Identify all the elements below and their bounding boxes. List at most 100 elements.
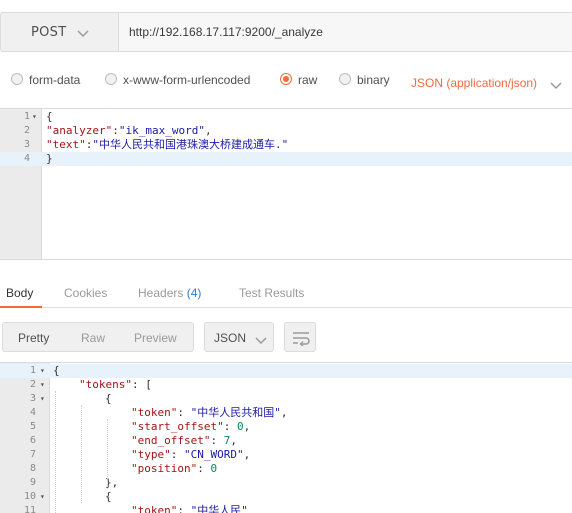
line-number: 9 [29,477,36,488]
chevron-down-icon [77,27,89,42]
code-token: { [53,364,60,377]
body-type-selector: form-data x-www-form-urlencoded raw bina… [0,70,572,94]
code-line: 1 ▾ { [0,110,572,124]
code-token: "token" [131,504,178,513]
code-token: "中华人民共和国" [190,406,281,419]
code-text: { [53,364,60,378]
line-number: 5 [29,421,36,432]
code-line: 3 ▾ { [0,392,572,406]
code-token: "中华人民共和国港珠澳大桥建成通车." [92,138,289,151]
radio-dot [339,73,351,85]
tab-body[interactable]: Body [6,286,33,300]
code-token: 0 [210,462,218,475]
code-token: "analyzer" [46,124,113,137]
fold-arrow-icon[interactable]: ▾ [40,392,45,406]
code-text: "position": 0 [53,462,217,476]
code-line: 7 "type": "CN_WORD", [0,448,572,462]
request-url-bar: POST http://192.168.17.117:9200/_analyze [0,12,572,52]
radio-label: form-data [29,73,81,87]
code-token: , [230,434,237,447]
radio-label: raw [298,73,318,87]
code-token: 0 [236,420,244,433]
fold-arrow-icon[interactable]: ▾ [40,378,45,392]
fold-arrow-icon[interactable]: ▾ [32,110,37,124]
line-number: 3 [29,393,36,404]
code-token: : [177,504,191,513]
code-token: "position" [131,462,198,475]
code-text: "analyzer":"ik_max_word", [46,124,212,138]
content-type-dropdown[interactable]: JSON (application/json) [411,76,537,90]
method-dropdown[interactable]: POST [0,12,118,52]
code-token: , [243,448,251,461]
code-token: : [170,448,184,461]
code-token: "end_offset" [131,434,211,447]
radio-dot [11,73,23,85]
code-line: 10 ▾ { [0,490,572,504]
code-token: : [197,462,211,475]
url-input[interactable]: http://192.168.17.117:9200/_analyze [118,12,572,52]
chevron-down-icon [255,334,267,349]
line-number: 1 [23,111,30,122]
chevron-down-icon[interactable] [550,79,562,94]
code-token: : [210,434,224,447]
code-line: 4} [0,152,572,166]
code-token: "ik_max_word" [118,124,205,137]
code-token: } [46,152,53,165]
code-token: : [223,420,237,433]
line-number: 4 [29,407,36,418]
code-token: { [105,392,112,405]
code-line: 2 ▾ "tokens": [ [0,378,572,392]
tab-cookies[interactable]: Cookies [64,286,107,300]
radio-dot [105,73,117,85]
code-line: 5 "start_offset": 0, [0,420,572,434]
fold-arrow-icon[interactable]: ▾ [40,490,45,504]
line-number: 3 [23,139,30,150]
view-preview-button[interactable]: Preview [134,331,177,345]
response-format-dropdown[interactable]: JSON [204,322,274,352]
wrap-lines-button[interactable] [284,322,316,352]
tab-headers[interactable]: Headers (4) [138,286,201,300]
code-text: { [46,110,53,124]
code-line: 9}, [0,476,572,490]
code-line: 3 "text":"中华人民共和国港珠澳大桥建成通车." [0,138,572,152]
code-token: { [105,490,112,503]
code-token: : [177,406,191,419]
code-token: : [112,124,119,137]
response-tabs: Body Cookies Headers (4) Test Results [0,280,572,308]
code-token: "CN_WORD" [184,448,244,461]
view-pretty-button[interactable]: Pretty [18,331,49,345]
code-token: "tokens" [79,378,132,391]
line-number: 8 [29,463,36,474]
line-number: 10 [23,491,36,502]
response-body-editor[interactable]: 1 ▾{2 ▾ "tokens": [3 ▾{4 "token": "中华人民共和国", 5… [0,362,572,513]
line-number: 7 [29,449,36,460]
radio-label: x-www-form-urlencoded [123,73,251,87]
code-token: , [243,420,251,433]
code-line: 11 "token": "中华人民" [0,504,572,513]
code-line: 8 "position": 0 [0,462,572,476]
code-token: "中华人民" [190,504,248,513]
code-token: { [46,110,53,123]
active-tab-indicator [0,306,42,308]
method-label: POST [31,25,67,40]
headers-count: (4) [186,286,202,300]
line-number: 11 [23,505,36,513]
tab-test-results[interactable]: Test Results [239,286,304,300]
request-body-editor[interactable]: 1 ▾ {2 "analyzer":"ik_max_word", 3 "text":"中华… [0,108,572,260]
code-text: "type": "CN_WORD", [53,448,250,462]
fold-arrow-icon[interactable]: ▾ [40,364,45,378]
code-text: { [53,392,112,406]
view-raw-button[interactable]: Raw [81,331,105,345]
code-token: "start_offset" [131,420,224,433]
code-text: "token": "中华人民" [53,504,248,513]
code-text: "token": "中华人民共和国", [53,406,287,420]
tab-headers-label: Headers [138,286,184,300]
code-text: { [53,490,112,504]
code-text: "start_offset": 0, [53,420,250,434]
view-mode-group: Pretty Raw Preview [2,322,194,352]
indent-guide [55,391,56,513]
code-text: "text":"中华人民共和国港珠澳大桥建成通车." [46,138,288,152]
radio-dot [280,73,292,85]
line-number: 2 [23,125,30,136]
line-number: 4 [23,153,30,164]
